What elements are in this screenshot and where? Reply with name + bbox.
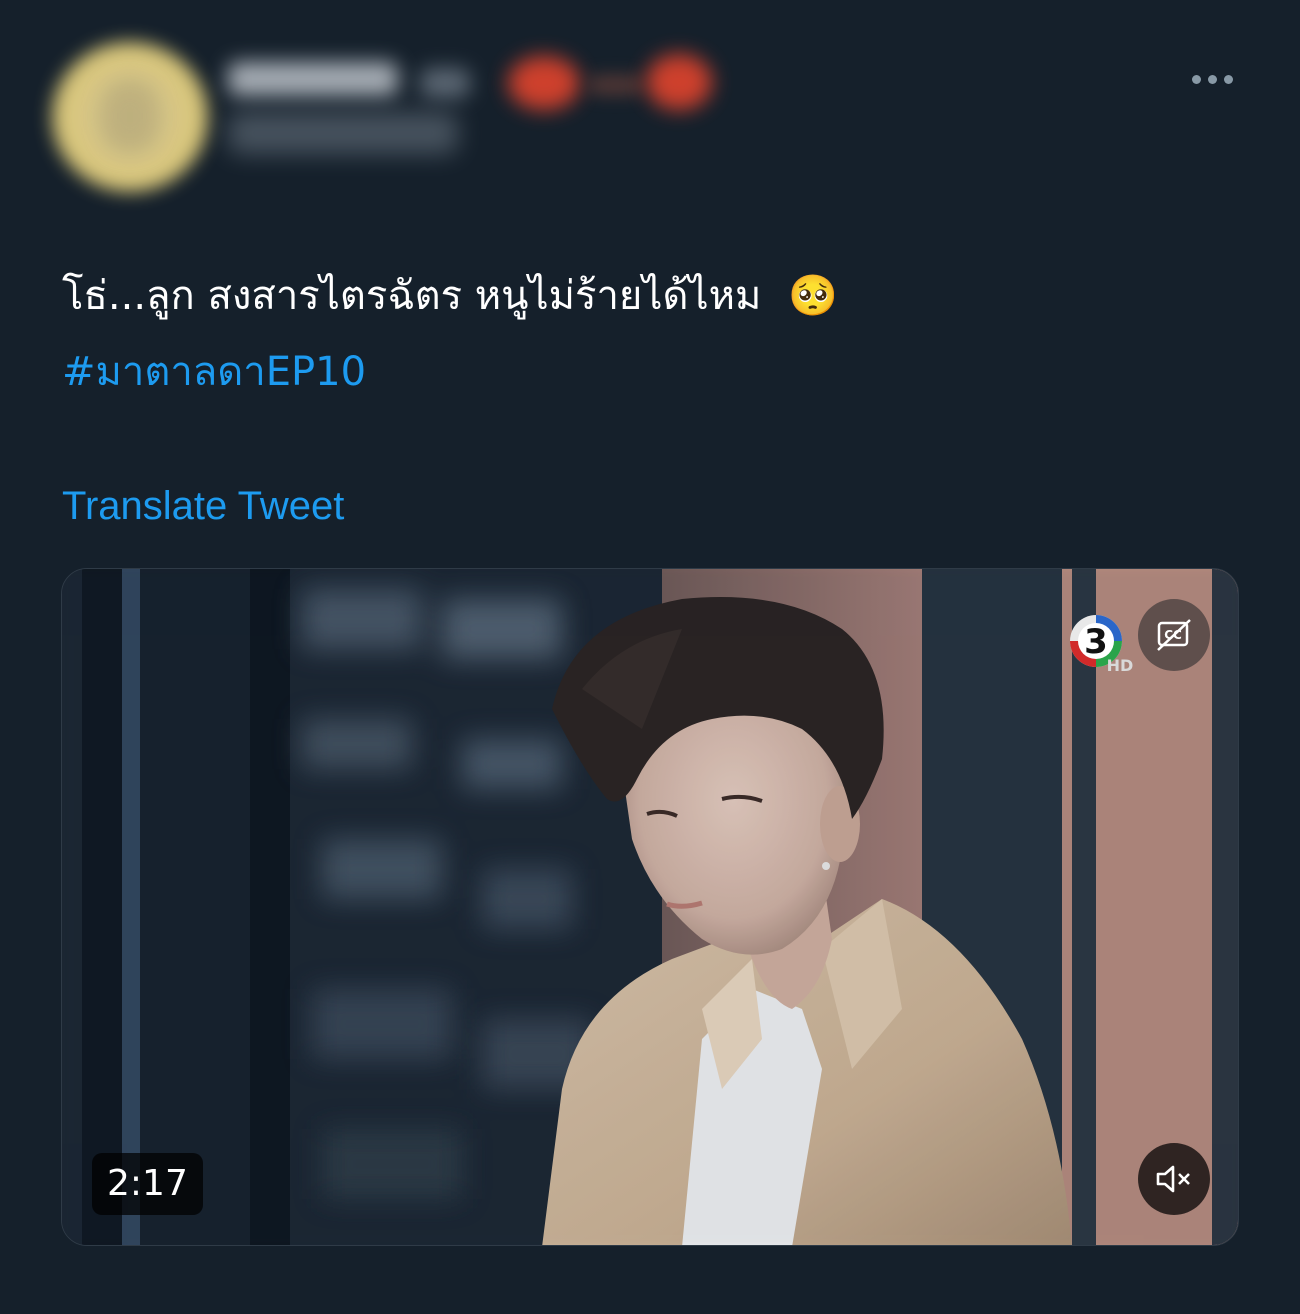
video-frame xyxy=(62,569,1238,1245)
more-dot xyxy=(1207,74,1217,84)
speaker-muted-icon xyxy=(1156,1165,1190,1193)
more-dot xyxy=(1191,74,1201,84)
author-badge-blurred xyxy=(420,68,470,98)
tweet-text: โธ่...ลูก สงสารไตรฉัตร หนูไม่ร้ายได้ไหม … xyxy=(62,258,1242,410)
tweet-card: โธ่...ลูก สงสารไตรฉัตร หนูไม่ร้ายได้ไหม … xyxy=(0,0,1300,1314)
author-name-blurred[interactable] xyxy=(228,62,398,96)
cc-icon: CC xyxy=(1157,619,1191,651)
channel-logo-number: 3 xyxy=(1084,622,1108,662)
tweet-text-line: โธ่...ลูก สงสารไตรฉัตร หนูไม่ร้ายได้ไหม … xyxy=(62,258,1242,334)
video-player[interactable]: 3 HD CC 2:17 xyxy=(61,568,1239,1246)
author-name-emoji-blurred-2 xyxy=(646,54,712,110)
hashtag-link[interactable]: #มาตาลดาEP10 xyxy=(62,334,1242,410)
more-dot xyxy=(1223,74,1233,84)
channel-3-hd-logo: 3 HD xyxy=(1070,615,1134,673)
channel-logo-badge: HD xyxy=(1107,656,1134,673)
avatar-blur-detail xyxy=(102,80,158,152)
translate-tweet-link[interactable]: Translate Tweet xyxy=(62,484,344,529)
mute-toggle-button[interactable] xyxy=(1138,1143,1210,1215)
author-handle-blurred[interactable] xyxy=(228,112,458,154)
tweet-body-text: โธ่...ลูก สงสารไตรฉัตร หนูไม่ร้ายได้ไหม xyxy=(62,273,762,319)
author-name-emoji-blurred xyxy=(508,56,580,110)
video-duration: 2:17 xyxy=(92,1153,203,1215)
author-name-emoji-gap-blurred xyxy=(588,74,642,96)
more-horizontal-icon[interactable] xyxy=(1186,70,1238,88)
pleading-face-emoji: 🥺 xyxy=(788,273,838,319)
captions-button[interactable]: CC xyxy=(1138,599,1210,671)
